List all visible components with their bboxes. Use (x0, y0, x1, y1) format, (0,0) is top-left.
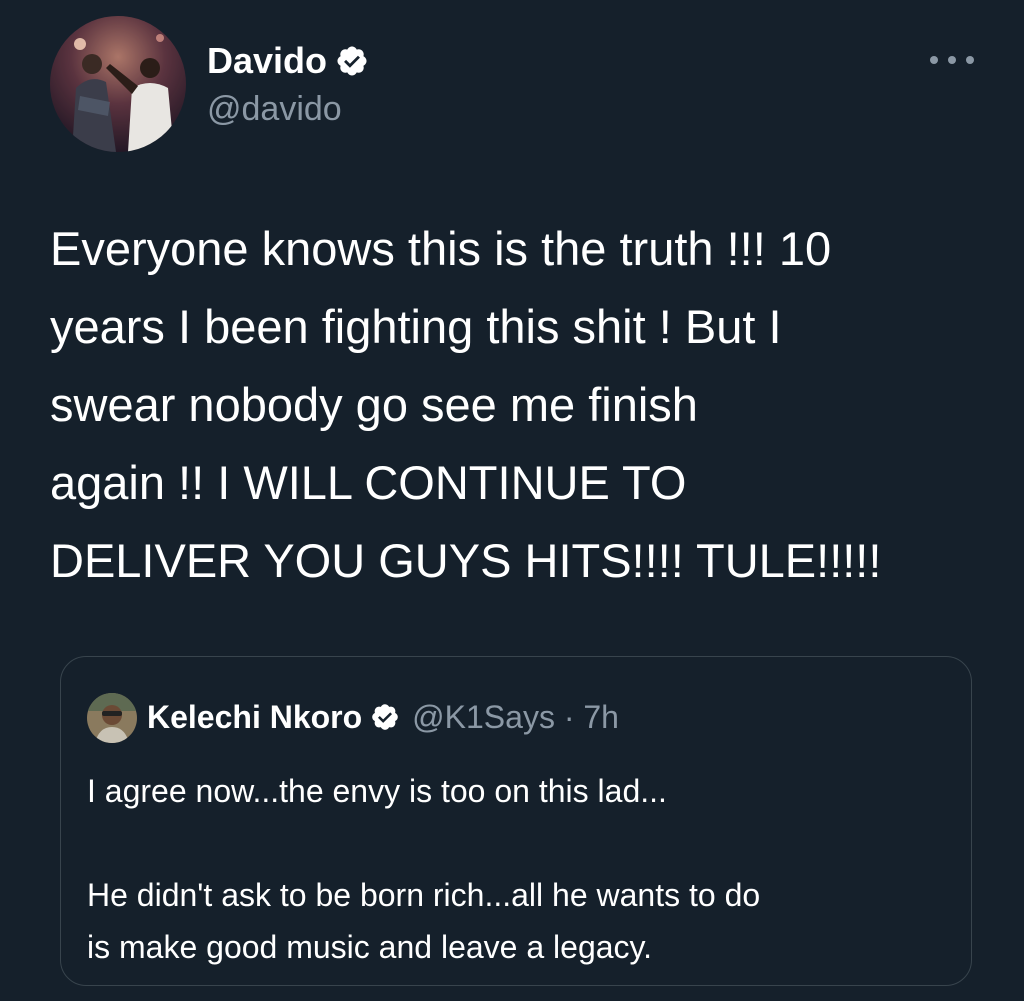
author-handle[interactable]: @davido (207, 88, 342, 130)
quoted-author-avatar[interactable] (87, 693, 137, 743)
author-avatar[interactable] (50, 16, 186, 152)
tweet-text: Everyone knows this is the truth !!! 10 … (50, 222, 882, 587)
more-dot (948, 56, 956, 64)
quoted-author-name[interactable]: Kelechi Nkoro (147, 697, 362, 737)
quoted-tweet-card[interactable]: Kelechi Nkoro @K1Says · 7h I agree now..… (60, 656, 972, 986)
author-display-name[interactable]: Davido (207, 40, 369, 82)
verified-badge-icon (337, 46, 367, 76)
quoted-author-handle[interactable]: @K1Says (412, 697, 555, 737)
more-options-icon[interactable] (930, 48, 974, 72)
verified-badge-icon (372, 704, 398, 730)
quoted-timestamp[interactable]: 7h (583, 697, 619, 737)
quoted-separator: · (554, 699, 584, 735)
more-dot (930, 56, 938, 64)
quoted-tweet-header: Kelechi Nkoro @K1Says · 7h (147, 697, 619, 737)
more-dot (966, 56, 974, 64)
quoted-tweet-text: I agree now...the envy is too on this la… (87, 773, 761, 965)
author-name-text: Davido (207, 40, 328, 81)
